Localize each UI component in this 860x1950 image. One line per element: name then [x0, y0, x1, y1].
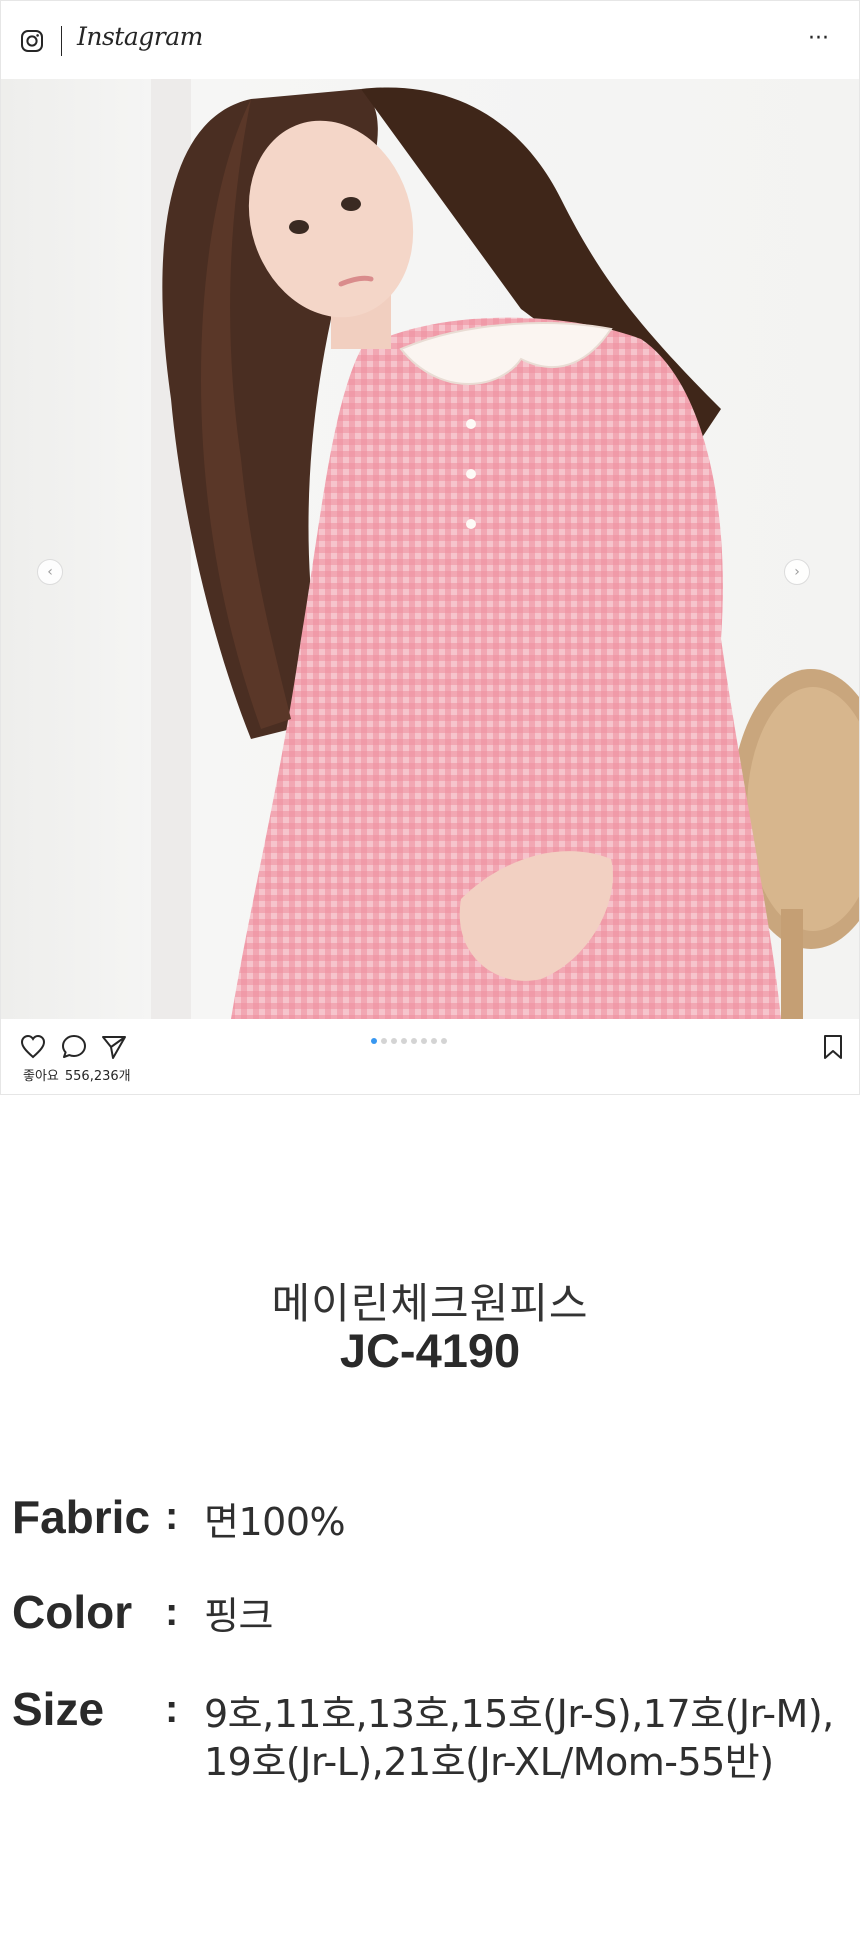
post-header: Instagram ··· [1, 1, 859, 79]
carousel-indicator [371, 1038, 447, 1044]
product-photo-illustration [1, 79, 859, 1019]
color-colon: : [165, 1590, 179, 1634]
fabric-value: 면100% [204, 1500, 346, 1544]
header-divider [61, 26, 62, 56]
carousel-dot [411, 1038, 417, 1044]
likes-count: 좋아요 556,236개 [23, 1065, 137, 1084]
size-colon: : [165, 1687, 179, 1731]
heart-icon[interactable] [19, 1033, 47, 1061]
fabric-colon: : [165, 1494, 179, 1538]
color-label: Color [12, 1586, 133, 1638]
carousel-dot [441, 1038, 447, 1044]
bookmark-icon[interactable] [819, 1033, 847, 1061]
carousel-next-icon[interactable]: › [784, 559, 810, 585]
comment-icon[interactable] [60, 1033, 88, 1061]
color-value: 핑크 [204, 1594, 273, 1638]
carousel-dot [401, 1038, 407, 1044]
instagram-camera-icon[interactable] [20, 29, 44, 53]
post-photo: ‹ › [1, 79, 859, 1019]
size-label: Size [12, 1683, 105, 1735]
carousel-dot [431, 1038, 437, 1044]
fabric-label: Fabric [12, 1491, 151, 1543]
size-value-line2: 19호(Jr-L),21호(Jr-XL/Mom-55반) [204, 1740, 774, 1784]
carousel-prev-icon[interactable]: ‹ [37, 559, 63, 585]
instagram-wordmark[interactable]: Instagram [77, 22, 203, 51]
carousel-dot [421, 1038, 427, 1044]
likes-label: 좋아요 [23, 1069, 59, 1084]
share-icon[interactable] [100, 1033, 128, 1061]
likes-number: 556,236개 [64, 1069, 131, 1084]
product-code: JC-4190 [339, 1324, 521, 1377]
size-value-line1: 9호,11호,13호,15호(Jr-S),17호(Jr-M), [204, 1692, 834, 1736]
more-options-icon[interactable]: ··· [808, 28, 829, 50]
carousel-dot [371, 1038, 377, 1044]
product-name: 메이린체크원피스 [271, 1279, 589, 1328]
carousel-dot [381, 1038, 387, 1044]
instagram-post-card: Instagram ··· ‹ › 좋아요 556,236개 [0, 0, 860, 1095]
carousel-dot [391, 1038, 397, 1044]
